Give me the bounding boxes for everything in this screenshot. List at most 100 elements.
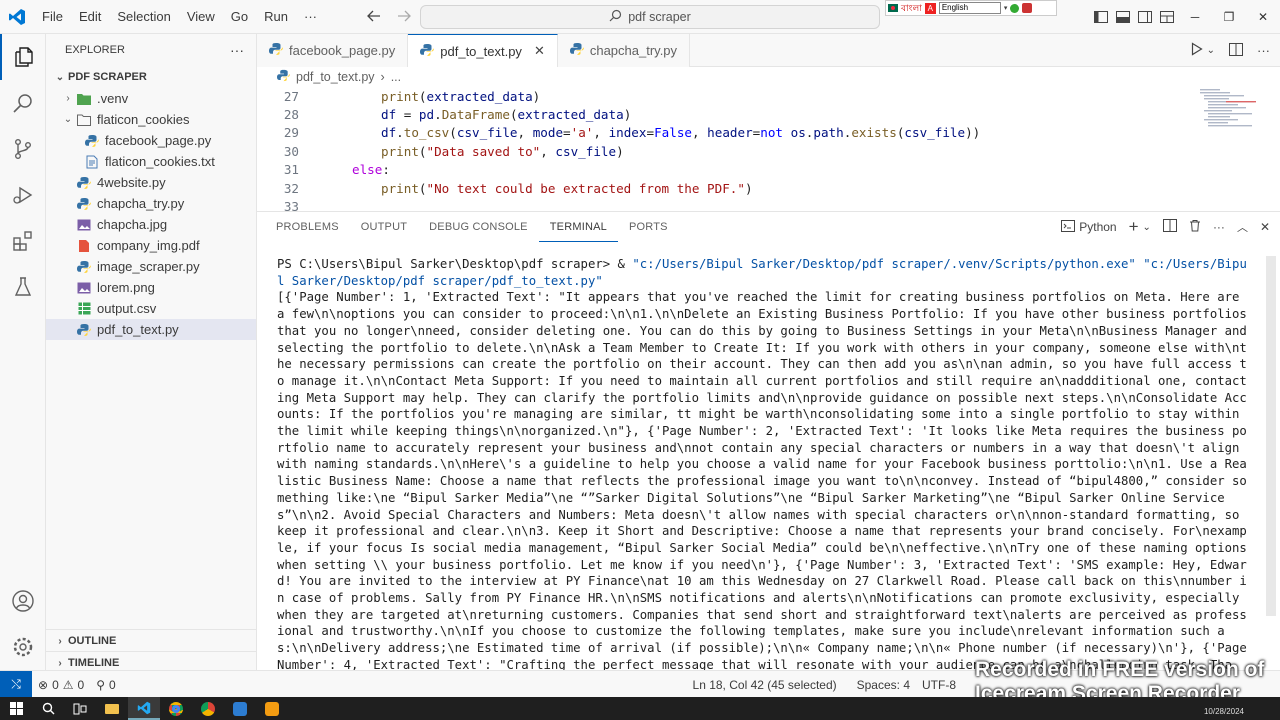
more-actions-icon[interactable]: ··· bbox=[1257, 43, 1270, 58]
toggle-panel-icon[interactable] bbox=[1112, 0, 1134, 34]
search-icon[interactable] bbox=[32, 697, 64, 720]
tab-problems[interactable]: PROBLEMS bbox=[276, 212, 350, 242]
vscode-taskbar-icon[interactable] bbox=[128, 697, 160, 720]
close-window-icon[interactable]: ✕ bbox=[1246, 0, 1280, 34]
tab-terminal[interactable]: TERMINAL bbox=[538, 212, 618, 242]
tree-item[interactable]: facebook_page.py bbox=[46, 130, 256, 151]
close-panel-icon[interactable]: ✕ bbox=[1260, 220, 1270, 234]
app-icon[interactable] bbox=[224, 697, 256, 720]
tree-item[interactable]: 4website.py bbox=[46, 172, 256, 193]
cursor-position[interactable]: Ln 18, Col 42 (45 selected) bbox=[687, 678, 843, 692]
close-icon[interactable]: ✕ bbox=[534, 43, 545, 59]
tree-item[interactable]: ⌄ flaticon_cookies bbox=[46, 109, 256, 130]
tree-item[interactable]: flaticon_cookies.txt bbox=[46, 151, 256, 172]
maximize-panel-icon[interactable]: ︿ bbox=[1237, 219, 1248, 235]
menu-selection[interactable]: Selection bbox=[109, 0, 178, 34]
more-actions-icon[interactable]: ··· bbox=[1213, 220, 1225, 234]
tree-item[interactable]: company_img.pdf bbox=[46, 235, 256, 256]
green-dot-icon[interactable] bbox=[1010, 3, 1020, 13]
problems-status[interactable]: ⊗ 0 ⚠ 0 bbox=[32, 678, 90, 692]
split-editor-icon[interactable] bbox=[1229, 42, 1243, 59]
menu-view[interactable]: View bbox=[179, 0, 223, 34]
tree-item-label: chapcha.jpg bbox=[97, 217, 168, 232]
tree-item[interactable]: output.csv bbox=[46, 298, 256, 319]
menu-file[interactable]: File bbox=[34, 0, 71, 34]
account-icon[interactable] bbox=[0, 578, 46, 624]
task-view-icon[interactable] bbox=[64, 697, 96, 720]
adobe-icon[interactable]: A bbox=[924, 2, 936, 14]
add-terminal-icon[interactable]: + bbox=[1129, 217, 1139, 237]
minimap[interactable] bbox=[1196, 87, 1266, 211]
search-icon[interactable] bbox=[0, 80, 46, 126]
tree-item[interactable]: pdf_to_text.py bbox=[46, 319, 256, 340]
run-debug-icon[interactable] bbox=[0, 172, 46, 218]
dropdown-arrow-icon[interactable]: ▾ bbox=[1004, 4, 1008, 12]
encoding[interactable]: UTF-8 bbox=[916, 678, 962, 692]
menu-run[interactable]: Run bbox=[256, 0, 296, 34]
split-terminal-icon[interactable] bbox=[1162, 219, 1177, 235]
run-file-icon[interactable] bbox=[1191, 42, 1203, 59]
chevron-down-icon[interactable]: ⌄ bbox=[1143, 222, 1151, 233]
explorer-icon[interactable] bbox=[0, 34, 46, 80]
terminal-output[interactable]: PS C:\Users\Bipul Sarker\Desktop\pdf scr… bbox=[277, 256, 1249, 670]
image-file-icon bbox=[76, 217, 92, 233]
indentation[interactable]: Spaces: 4 bbox=[851, 678, 916, 692]
terminal-scrollbar[interactable] bbox=[1266, 256, 1276, 616]
source-control-icon[interactable] bbox=[0, 126, 46, 172]
line-number: 31 bbox=[283, 162, 299, 178]
customize-layout-icon[interactable] bbox=[1156, 0, 1178, 34]
tree-item[interactable]: chapcha_try.py bbox=[46, 193, 256, 214]
menu-edit[interactable]: Edit bbox=[71, 0, 109, 34]
testing-flask-icon[interactable] bbox=[0, 264, 46, 310]
extensions-icon[interactable] bbox=[0, 218, 46, 264]
menu-go[interactable]: Go bbox=[223, 0, 256, 34]
tab-ports[interactable]: PORTS bbox=[618, 212, 679, 242]
command-center-search[interactable]: pdf scraper bbox=[420, 5, 880, 29]
tree-item-label: 4website.py bbox=[97, 175, 166, 190]
arrow-right-icon[interactable] bbox=[396, 9, 412, 26]
ports-status[interactable]: ⚲ 0 bbox=[90, 678, 121, 692]
tool-icon[interactable] bbox=[1022, 3, 1033, 13]
breadcrumb-file[interactable]: pdf_to_text.py bbox=[296, 70, 375, 84]
file-explorer-icon[interactable] bbox=[96, 697, 128, 720]
code-text: else: bbox=[352, 162, 390, 178]
chrome-icon[interactable] bbox=[160, 697, 192, 720]
tab-output[interactable]: OUTPUT bbox=[350, 212, 418, 242]
shell-name[interactable]: Python bbox=[1079, 220, 1116, 234]
toggle-secondary-sidebar-icon[interactable] bbox=[1134, 0, 1156, 34]
outline-section[interactable]: › OUTLINE bbox=[46, 629, 257, 652]
workspace-root[interactable]: ⌄ PDF SCRAPER bbox=[46, 66, 256, 88]
tab-debug-console[interactable]: DEBUG CONSOLE bbox=[418, 212, 539, 242]
tree-item[interactable]: › .venv bbox=[46, 88, 256, 109]
menu-more[interactable]: ··· bbox=[296, 0, 325, 34]
taskbar-date: 10/28/2024 bbox=[1203, 707, 1244, 716]
tree-item[interactable]: chapcha.jpg bbox=[46, 214, 256, 235]
recorder-icon[interactable] bbox=[256, 697, 288, 720]
tab-facebook-page[interactable]: facebook_page.py bbox=[257, 34, 409, 67]
settings-gear-icon[interactable] bbox=[0, 624, 46, 670]
toggle-sidebar-icon[interactable] bbox=[1090, 0, 1112, 34]
breadcrumb-more[interactable]: ... bbox=[391, 70, 401, 84]
language-select[interactable]: English bbox=[938, 2, 1001, 14]
more-actions-icon[interactable]: ··· bbox=[230, 42, 244, 58]
windows-start-icon[interactable] bbox=[0, 697, 32, 720]
tree-item-label: image_scraper.py bbox=[97, 259, 200, 274]
remote-icon[interactable]: ⤭ bbox=[0, 670, 32, 699]
tab-chapcha-try[interactable]: chapcha_try.py bbox=[557, 34, 691, 67]
trash-icon[interactable] bbox=[1189, 219, 1201, 235]
tab-pdf-to-text[interactable]: pdf_to_text.py ✕ bbox=[408, 34, 558, 67]
minimize-icon[interactable]: ─ bbox=[1178, 0, 1212, 34]
chrome-profile-icon[interactable] bbox=[192, 697, 224, 720]
tree-item[interactable]: lorem.png bbox=[46, 277, 256, 298]
title-bar: File Edit Selection View Go Run ··· pdf … bbox=[0, 0, 1280, 34]
tree-item-label: lorem.png bbox=[97, 280, 155, 295]
code-editor[interactable]: 27 print(extracted_data) 28 df = pd.Data… bbox=[257, 87, 1280, 211]
python-file-icon bbox=[277, 69, 290, 85]
restore-icon[interactable]: ❐ bbox=[1212, 0, 1246, 34]
bangla-label[interactable]: বাংলা bbox=[901, 1, 922, 16]
chevron-down-icon[interactable]: ⌄ bbox=[1207, 45, 1215, 56]
python-file-icon bbox=[76, 175, 92, 191]
outline-header[interactable]: › OUTLINE bbox=[46, 630, 257, 652]
arrow-left-icon[interactable] bbox=[366, 9, 382, 26]
tree-item[interactable]: image_scraper.py bbox=[46, 256, 256, 277]
